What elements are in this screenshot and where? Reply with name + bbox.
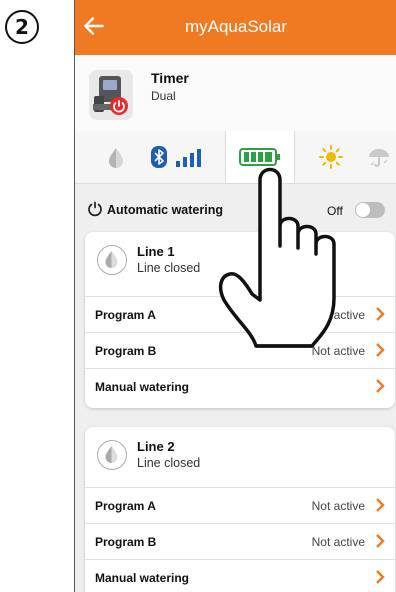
line-2-name: Line 2	[137, 439, 175, 454]
chevron-right-icon	[376, 307, 385, 321]
signal-icon	[176, 149, 201, 167]
program-a-status: Not active	[311, 499, 365, 513]
device-type: Dual	[151, 89, 176, 103]
line-2-card: Line 2 Line closed Program A Not active …	[85, 427, 395, 592]
automatic-watering-toggle[interactable]	[355, 202, 385, 218]
program-a-label: Program A	[95, 499, 156, 513]
line-1-name: Line 1	[137, 244, 175, 259]
line-1-manual-watering-row[interactable]: Manual watering	[85, 368, 395, 405]
automatic-watering-label: Automatic watering	[107, 203, 223, 217]
manual-watering-label: Manual watering	[95, 380, 190, 394]
app-top-bar: myAquaSolar	[75, 0, 396, 55]
power-icon	[88, 201, 102, 217]
pointing-hand-icon	[218, 167, 336, 348]
line-2-program-a-row[interactable]: Program A Not active	[85, 487, 395, 524]
line-1-status: Line closed	[137, 261, 201, 275]
program-b-label: Program B	[95, 344, 157, 358]
line-2-header[interactable]: Line 2 Line closed	[85, 427, 395, 491]
program-b-label: Program B	[95, 535, 157, 549]
line-1-drop-icon	[97, 245, 127, 275]
timer-device-icon	[89, 70, 133, 120]
program-b-status: Not active	[311, 535, 365, 549]
app-title: myAquaSolar	[184, 17, 288, 36]
line-2-status: Line closed	[137, 456, 201, 470]
line-2-drop-icon	[97, 440, 127, 470]
line-2-manual-watering-row[interactable]: Manual watering	[85, 559, 395, 592]
line-2-program-b-row[interactable]: Program B Not active	[85, 523, 395, 560]
chevron-right-icon	[376, 498, 385, 512]
chevron-right-icon	[376, 570, 385, 584]
rain-icon[interactable]	[361, 131, 396, 183]
step-number-badge: 2	[5, 10, 39, 44]
toggle-knob	[356, 203, 370, 217]
bluetooth-icon	[151, 146, 167, 168]
drop-icon[interactable]	[101, 131, 131, 183]
device-header: Timer Dual	[75, 55, 396, 132]
chevron-right-icon	[376, 343, 385, 357]
manual-watering-label: Manual watering	[95, 571, 190, 585]
chevron-right-icon	[376, 379, 385, 393]
device-name: Timer	[151, 70, 189, 86]
bluetooth-signal-cell[interactable]	[137, 131, 221, 183]
program-a-label: Program A	[95, 308, 156, 322]
chevron-right-icon	[376, 534, 385, 548]
